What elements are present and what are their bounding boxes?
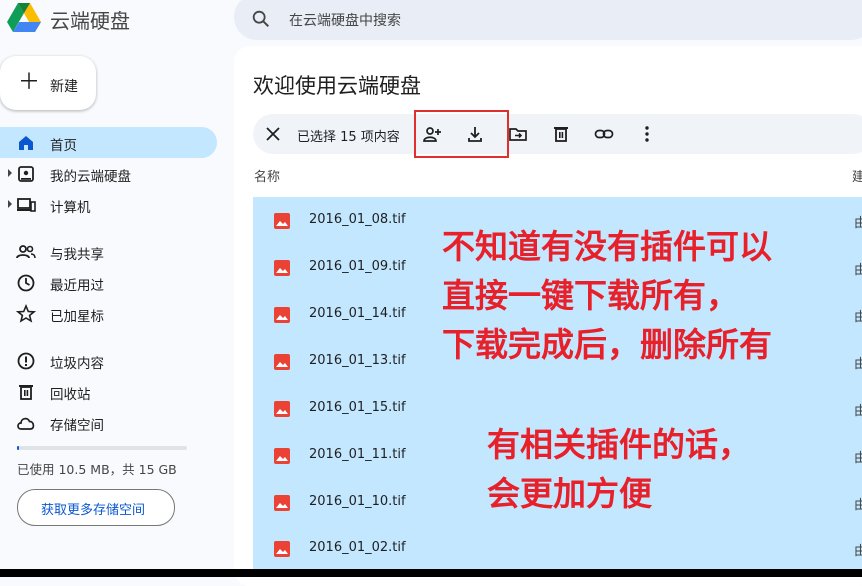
image-file-icon <box>274 307 290 323</box>
more-icon[interactable] <box>637 124 657 144</box>
file-owner: 由 <box>854 310 862 325</box>
file-name: 2016_01_02.tif <box>309 540 406 555</box>
sidebar-item-shared[interactable]: 与我共享 <box>0 236 217 267</box>
star-icon <box>16 304 36 323</box>
get-more-storage-label: 获取更多存储空间 <box>41 503 146 518</box>
caret-right-icon[interactable] <box>8 200 12 208</box>
file-owner: 由 <box>854 404 862 419</box>
sidebar-item-computers[interactable]: 计算机 <box>0 189 217 220</box>
selection-count: 已选择 15 项内容 <box>297 130 400 145</box>
storage-bar <box>17 446 187 450</box>
column-header-owner[interactable]: 建 <box>852 166 862 185</box>
sidebar-item-recent[interactable]: 最近用过 <box>0 267 217 298</box>
search-input[interactable]: 在云端硬盘中搜索 <box>289 10 401 30</box>
file-owner: 由 <box>854 451 862 466</box>
file-owner: 由 <box>854 544 862 559</box>
delete-icon[interactable] <box>551 124 571 144</box>
shared-icon <box>16 245 36 259</box>
file-row[interactable]: 2016_01_02.tif 由 <box>253 525 862 571</box>
spam-icon <box>17 352 35 370</box>
plus-icon: ＋ <box>18 70 41 95</box>
image-file-icon <box>274 260 290 276</box>
file-name: 2016_01_11.tif <box>309 447 406 462</box>
image-file-icon <box>274 541 290 557</box>
image-file-icon <box>274 448 290 464</box>
sidebar-item-label: 已加星标 <box>50 309 104 325</box>
sidebar-item-storage[interactable]: 存储空间 <box>0 407 217 438</box>
highlight-box <box>414 110 509 158</box>
drive-logo[interactable] <box>6 2 42 34</box>
sidebar-item-home[interactable]: 首页 <box>0 127 217 158</box>
storage-bar-fill <box>17 446 19 450</box>
annotation-line-4: 有相关插件的话， <box>487 425 751 464</box>
new-button[interactable] <box>0 56 96 110</box>
caret-right-icon[interactable] <box>8 169 12 177</box>
close-icon[interactable] <box>263 124 283 144</box>
sidebar-item-label: 与我共享 <box>50 247 104 263</box>
computer-icon <box>17 198 36 212</box>
sidebar-item-label: 计算机 <box>50 200 91 216</box>
cloud-icon <box>17 417 35 430</box>
link-icon[interactable] <box>594 124 614 144</box>
sidebar-item-label: 回收站 <box>50 387 91 403</box>
annotation-line-2: 直接一键下载所有， <box>442 276 739 315</box>
sidebar-item-label: 垃圾内容 <box>50 356 104 372</box>
sidebar-item-trash[interactable]: 回收站 <box>0 376 217 407</box>
annotation-line-1: 不知道有没有插件可以 <box>442 227 772 266</box>
file-owner: 由 <box>854 498 862 513</box>
file-name: 2016_01_08.tif <box>309 212 406 227</box>
search-icon[interactable] <box>250 8 272 30</box>
file-name: 2016_01_10.tif <box>309 494 406 509</box>
sidebar-item-label: 首页 <box>50 138 77 154</box>
file-name: 2016_01_15.tif <box>309 400 406 415</box>
bottom-edge <box>0 569 862 577</box>
file-name: 2016_01_09.tif <box>309 259 406 274</box>
sidebar-item-label: 最近用过 <box>50 278 104 294</box>
sidebar-item-label: 存储空间 <box>50 418 104 434</box>
file-owner: 由 <box>854 357 862 372</box>
image-file-icon <box>274 495 290 511</box>
storage-usage-text: 已使用 10.5 MB，共 15 GB <box>17 462 177 477</box>
new-button-label: 新建 <box>50 79 78 95</box>
page-title: 欢迎使用云端硬盘 <box>253 74 421 98</box>
sidebar-item-my-drive[interactable]: 我的云端硬盘 <box>0 158 217 189</box>
my-drive-icon <box>18 166 34 182</box>
image-file-icon <box>274 354 290 370</box>
sidebar-item-label: 我的云端硬盘 <box>50 169 131 185</box>
app-title: 云端硬盘 <box>50 9 130 33</box>
annotation-line-3: 下载完成后，删除所有 <box>442 325 772 364</box>
image-file-icon <box>274 213 290 229</box>
trash-icon <box>19 385 33 400</box>
file-owner: 由 <box>854 216 862 231</box>
annotation-line-5: 会更加方便 <box>487 474 652 513</box>
column-header-name[interactable]: 名称 <box>254 166 280 185</box>
file-owner: 由 <box>854 263 862 278</box>
file-name: 2016_01_14.tif <box>309 306 406 321</box>
sidebar-item-spam[interactable]: 垃圾内容 <box>0 345 217 376</box>
move-icon[interactable] <box>508 124 528 144</box>
image-file-icon <box>274 401 290 417</box>
clock-icon <box>17 274 35 292</box>
file-name: 2016_01_13.tif <box>309 353 406 368</box>
home-icon <box>19 136 33 150</box>
sidebar-item-starred[interactable]: 已加星标 <box>0 298 217 329</box>
